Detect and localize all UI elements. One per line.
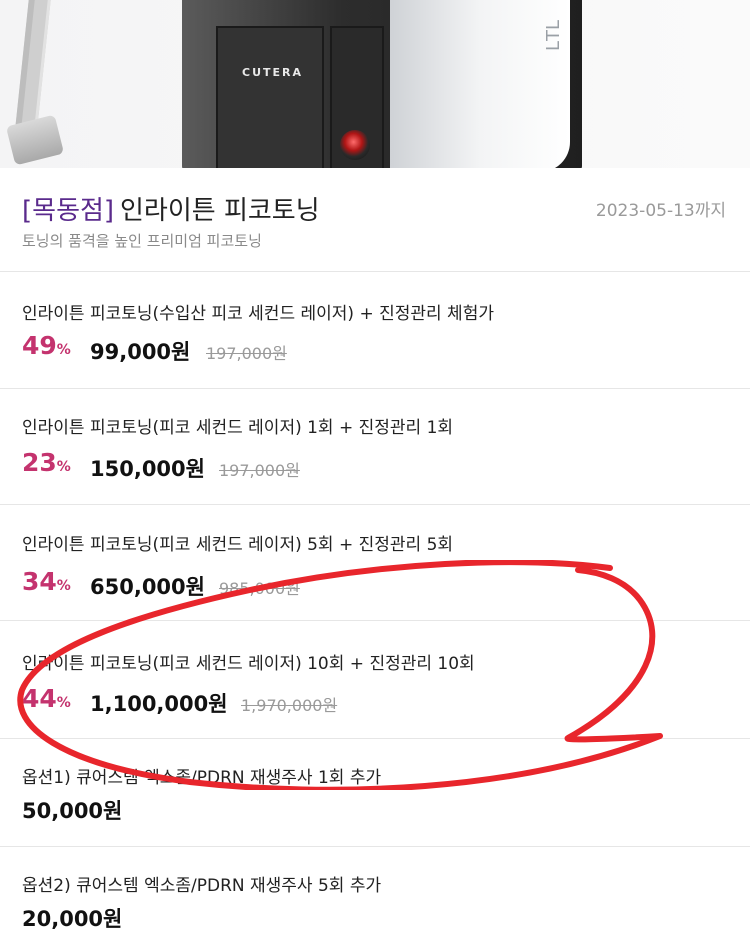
original-price: 1,970,000원 — [241, 696, 338, 715]
option-name: 인라이튼 피코토닝(피코 세컨드 레이저) 5회 + 진정관리 5회 — [22, 535, 454, 555]
device-arm — [14, 0, 52, 134]
price-option-item[interactable]: 인라이튼 피코토닝(피코 세컨드 레이저) 1회 + 진정관리 1회 23% 1… — [0, 389, 750, 505]
device-red-button — [340, 130, 370, 160]
product-hero-image: CUTERA ꓶꓕꓶ — [0, 0, 750, 168]
original-price: 197,000원 — [219, 461, 300, 480]
device-arm-handpiece — [5, 114, 65, 166]
original-price: 197,000원 — [206, 344, 287, 363]
device-brand-logo: CUTERA — [242, 66, 304, 79]
price-option-item[interactable]: 인라이튼 피코토닝(수입산 피코 세컨드 레이저) + 진정관리 체험가 49%… — [0, 273, 750, 389]
discount-rate: 49% — [22, 331, 71, 360]
discount-rate: 23% — [22, 448, 71, 477]
option-name: 인라이튼 피코토닝(피코 세컨드 레이저) 1회 + 진정관리 1회 — [22, 418, 454, 438]
event-deadline: 2023-05-13까지 — [595, 201, 726, 221]
add-on-price: 50,000원 — [22, 799, 123, 823]
option-name: 옵션2) 큐어스템 엑소좀/PDRN 재생주사 5회 추가 — [22, 876, 382, 896]
discount-rate: 34% — [22, 567, 71, 596]
price-option-item[interactable]: 인라이튼 피코토닝(피코 세컨드 레이저) 5회 + 진정관리 5회 34% 6… — [0, 505, 750, 621]
discount-rate: 44% — [22, 684, 71, 713]
sale-price: 99,000원 — [90, 340, 191, 364]
add-on-option-item[interactable]: 옵션2) 큐어스템 엑소좀/PDRN 재생주사 5회 추가 20,000원 — [0, 847, 750, 932]
sale-price: 150,000원 — [90, 457, 205, 481]
device-side-lettering: ꓶꓕꓶ — [541, 20, 562, 52]
event-header: [목동점] 인라이튼 피코토닝 2023-05-13까지 토닝의 품격을 높인 … — [0, 168, 750, 272]
option-name: 인라이튼 피코토닝(수입산 피코 세컨드 레이저) + 진정관리 체험가 — [22, 304, 494, 324]
price-option-item-highlighted[interactable]: 인라이튼 피코토닝(피코 세컨드 레이저) 10회 + 진정관리 10회 44%… — [0, 621, 750, 739]
sale-price: 650,000원 — [90, 575, 205, 599]
option-name: 인라이튼 피코토닝(피코 세컨드 레이저) 10회 + 진정관리 10회 — [22, 654, 475, 674]
sale-price: 1,100,000원 — [90, 692, 228, 716]
option-name: 옵션1) 큐어스템 엑소좀/PDRN 재생주사 1회 추가 — [22, 768, 382, 788]
branch-label: [목동점] — [22, 196, 115, 226]
add-on-option-item[interactable]: 옵션1) 큐어스템 엑소좀/PDRN 재생주사 1회 추가 50,000원 — [0, 739, 750, 847]
device-front-panel — [216, 26, 324, 168]
original-price: 985,000원 — [219, 579, 300, 598]
add-on-price: 20,000원 — [22, 907, 123, 931]
event-title: 인라이튼 피코토닝 — [120, 196, 320, 226]
event-subtitle: 토닝의 품격을 높인 프리미엄 피코토닝 — [22, 232, 262, 250]
